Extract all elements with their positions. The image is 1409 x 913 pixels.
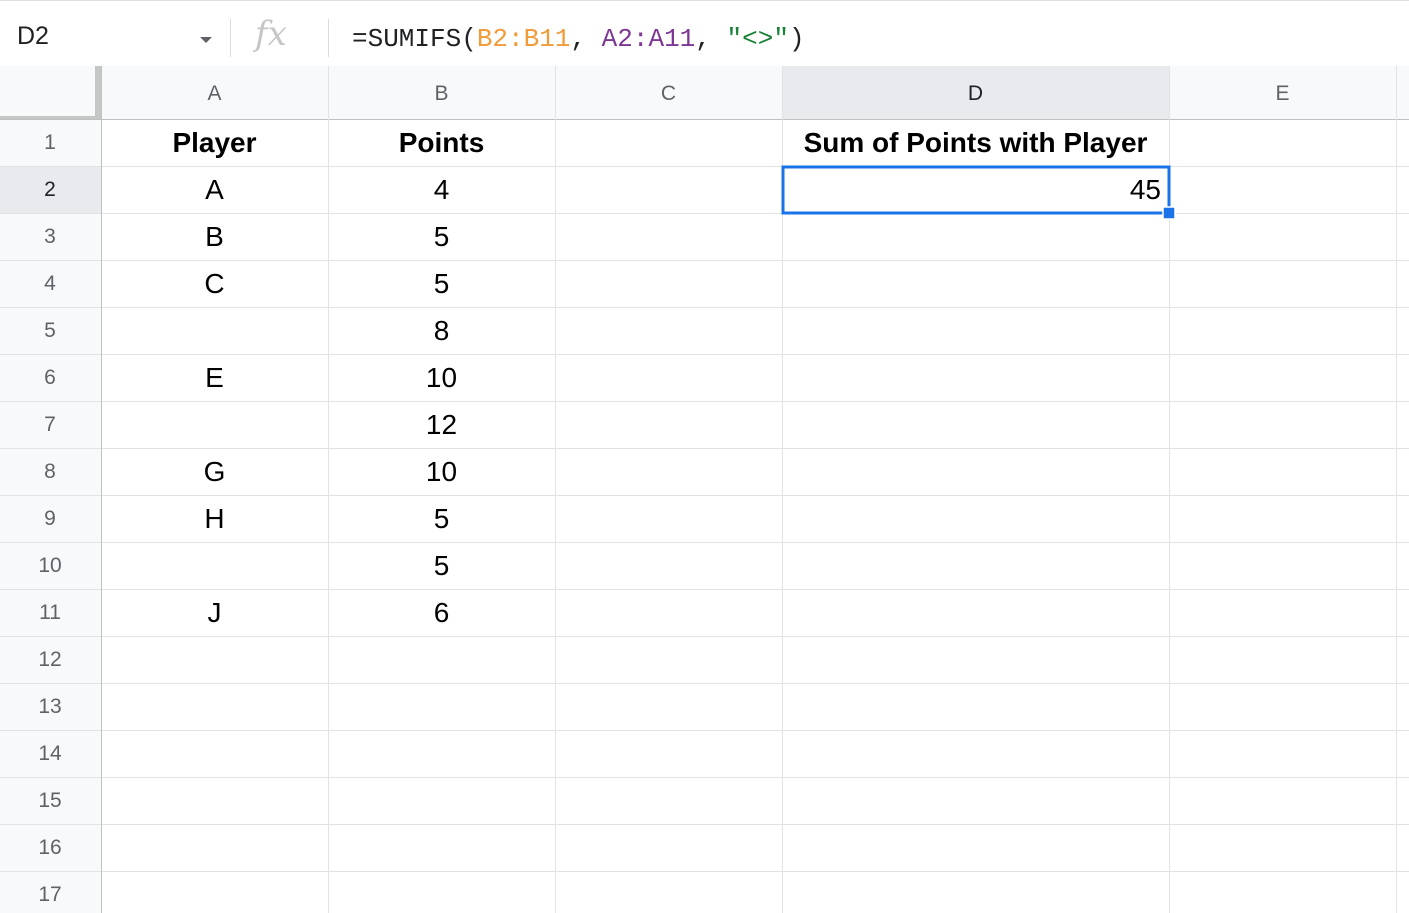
formula-bar: D2 fx =SUMIFS(B2:B11, A2:A11, "<>") — [0, 0, 1409, 66]
divider — [230, 19, 231, 57]
column-header-a[interactable]: A — [207, 82, 221, 105]
cell-d2[interactable]: 45 — [1130, 174, 1161, 205]
row-header-4[interactable]: 4 — [44, 272, 56, 295]
name-box[interactable]: D2 — [0, 12, 228, 66]
row-header-7[interactable]: 7 — [44, 413, 56, 436]
row-header-5[interactable]: 5 — [44, 319, 56, 342]
spreadsheet-grid[interactable]: A B C D E1234567891011121314151617Player Poin… — [0, 66, 1409, 913]
cell-b11[interactable]: 6 — [434, 597, 450, 628]
cell-a6[interactable]: E — [205, 362, 224, 393]
formula-segment: =SUMIFS( — [352, 24, 477, 54]
cell-a9[interactable]: H — [204, 503, 224, 534]
cell-b9[interactable]: 5 — [434, 503, 450, 534]
cell-d1[interactable]: Sum of Points with Player — [804, 127, 1148, 158]
formula-segment: "<>" — [726, 24, 789, 54]
column-header-e[interactable]: E — [1275, 82, 1289, 105]
formula-segment: A2:A11 — [601, 24, 696, 54]
cell-a1[interactable]: Player — [172, 127, 256, 158]
row-header-13[interactable]: 13 — [38, 695, 61, 718]
row-header-14[interactable]: 14 — [38, 742, 62, 765]
row-header-11[interactable]: 11 — [39, 601, 61, 624]
row-header-17[interactable]: 17 — [38, 883, 61, 906]
cell-a11[interactable]: J — [208, 597, 222, 628]
cell-a2[interactable]: A — [205, 174, 224, 205]
row-header-16[interactable]: 16 — [38, 836, 61, 859]
fill-handle[interactable] — [1162, 206, 1176, 220]
selected-cell-border — [781, 165, 1171, 215]
cell-b3[interactable]: 5 — [434, 221, 450, 252]
formula-segment: ) — [788, 24, 805, 54]
cell-b2[interactable]: 4 — [434, 174, 450, 205]
freeze-handle[interactable] — [0, 116, 101, 119]
row-header-12[interactable]: 12 — [38, 648, 61, 671]
row-header-1[interactable]: 1 — [44, 131, 56, 154]
fx-icon: fx — [255, 14, 287, 54]
cell-b6[interactable]: 10 — [426, 362, 457, 393]
cell-a8[interactable]: G — [204, 456, 226, 487]
column-header-d[interactable]: D — [968, 82, 983, 105]
cell-b5[interactable]: 8 — [434, 315, 450, 346]
row-header-2[interactable]: 2 — [44, 178, 56, 201]
cell-b1[interactable]: Points — [399, 127, 485, 158]
row-header-10[interactable]: 10 — [38, 554, 61, 577]
row-header-3[interactable]: 3 — [44, 225, 56, 248]
cell-b7[interactable]: 12 — [426, 409, 457, 440]
cell-b8[interactable]: 10 — [426, 456, 457, 487]
formula-segment: , — [570, 24, 602, 54]
row-header-8[interactable]: 8 — [44, 460, 56, 483]
column-header-c[interactable]: C — [661, 82, 676, 105]
divider — [328, 19, 329, 57]
formula-segment: , — [695, 24, 727, 54]
row-header-9[interactable]: 9 — [44, 507, 56, 530]
chevron-down-icon[interactable] — [200, 37, 212, 43]
formula-input[interactable]: =SUMIFS(B2:B11, A2:A11, "<>") — [352, 21, 805, 57]
freeze-handle[interactable] — [95, 66, 101, 119]
name-box-value: D2 — [17, 22, 49, 50]
formula-segment: B2:B11 — [476, 24, 571, 54]
cell-a3[interactable]: B — [205, 221, 224, 252]
row-header-15[interactable]: 15 — [38, 789, 61, 812]
row-header-6[interactable]: 6 — [44, 366, 56, 389]
cell-b4[interactable]: 5 — [434, 268, 450, 299]
select-all-corner[interactable] — [0, 66, 101, 119]
cell-a4[interactable]: C — [204, 268, 224, 299]
column-header-b[interactable]: B — [434, 82, 448, 105]
cell-b10[interactable]: 5 — [434, 550, 450, 581]
